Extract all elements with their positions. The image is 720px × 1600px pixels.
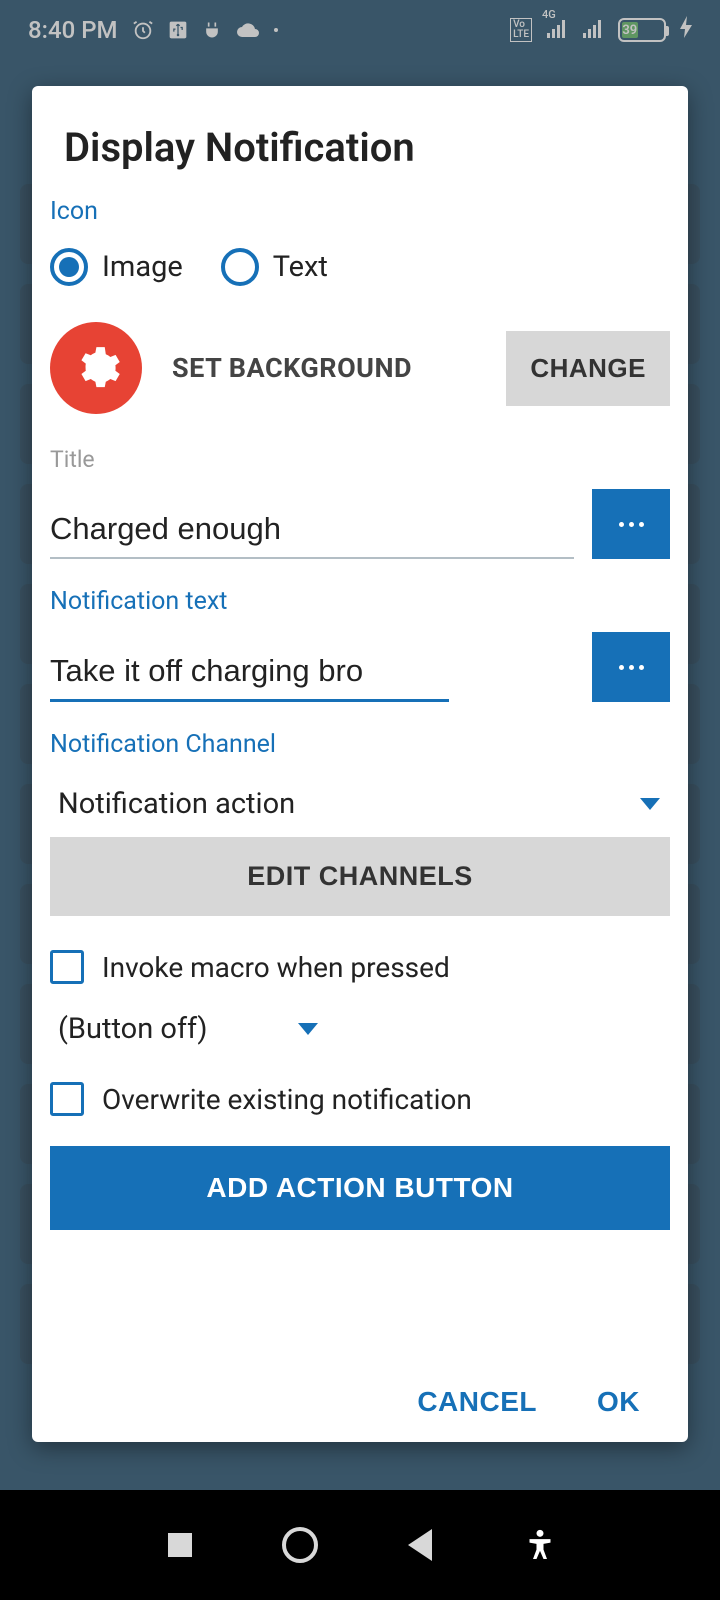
- overwrite-label: Overwrite existing notification: [102, 1083, 472, 1116]
- nav-back-button[interactable]: [400, 1525, 440, 1565]
- icon-type-radio-group: Image Text: [50, 242, 670, 310]
- circle-icon: [282, 1527, 318, 1563]
- display-notification-dialog: Display Notification Icon Image Text SET…: [32, 86, 688, 1442]
- nav-home-button[interactable]: [280, 1525, 320, 1565]
- invoke-macro-label: Invoke macro when pressed: [102, 951, 450, 984]
- dialog-title: Display Notification: [50, 124, 670, 171]
- button-state-value: (Button off): [58, 1012, 208, 1046]
- radio-image[interactable]: Image: [50, 248, 183, 286]
- more-icon: [619, 665, 644, 670]
- channel-label: Notification Channel: [50, 730, 670, 759]
- overwrite-checkbox-row[interactable]: Overwrite existing notification: [50, 1082, 670, 1116]
- chevron-down-icon: [298, 1023, 318, 1035]
- button-state-dropdown[interactable]: (Button off): [50, 994, 670, 1064]
- channel-dropdown[interactable]: Notification action: [50, 775, 670, 833]
- title-more-button[interactable]: [592, 489, 670, 559]
- radio-unselected-icon: [221, 248, 259, 286]
- radio-text[interactable]: Text: [221, 248, 328, 286]
- notification-text-input[interactable]: [50, 645, 449, 702]
- icon-section-label: Icon: [50, 197, 670, 226]
- square-icon: [168, 1533, 192, 1557]
- chevron-down-icon: [640, 798, 660, 810]
- change-button[interactable]: CHANGE: [506, 331, 670, 406]
- more-icon: [619, 522, 644, 527]
- nav-recent-button[interactable]: [160, 1525, 200, 1565]
- notification-text-more-button[interactable]: [592, 632, 670, 702]
- accessibility-icon: [526, 1528, 554, 1562]
- notification-icon-preview[interactable]: [50, 322, 142, 414]
- radio-selected-icon: [50, 248, 88, 286]
- invoke-macro-checkbox-row[interactable]: Invoke macro when pressed: [50, 950, 670, 984]
- notification-text-label: Notification text: [50, 587, 670, 616]
- nav-accessibility-button[interactable]: [520, 1525, 560, 1565]
- add-action-button[interactable]: ADD ACTION BUTTON: [50, 1146, 670, 1230]
- title-input[interactable]: [50, 503, 574, 559]
- cancel-button[interactable]: CANCEL: [417, 1386, 537, 1418]
- set-background-label: SET BACKGROUND: [172, 352, 476, 384]
- checkbox-unchecked-icon: [50, 1082, 84, 1116]
- edit-channels-button[interactable]: EDIT CHANNELS: [50, 837, 670, 916]
- radio-image-label: Image: [102, 250, 183, 284]
- radio-text-label: Text: [273, 250, 328, 284]
- title-field-label: Title: [50, 446, 670, 473]
- checkbox-unchecked-icon: [50, 950, 84, 984]
- dialog-actions: CANCEL OK: [50, 1364, 670, 1432]
- channel-value: Notification action: [58, 787, 295, 821]
- triangle-back-icon: [408, 1529, 432, 1561]
- gear-icon: [71, 343, 121, 393]
- navigation-bar: [0, 1490, 720, 1600]
- ok-button[interactable]: OK: [597, 1386, 640, 1418]
